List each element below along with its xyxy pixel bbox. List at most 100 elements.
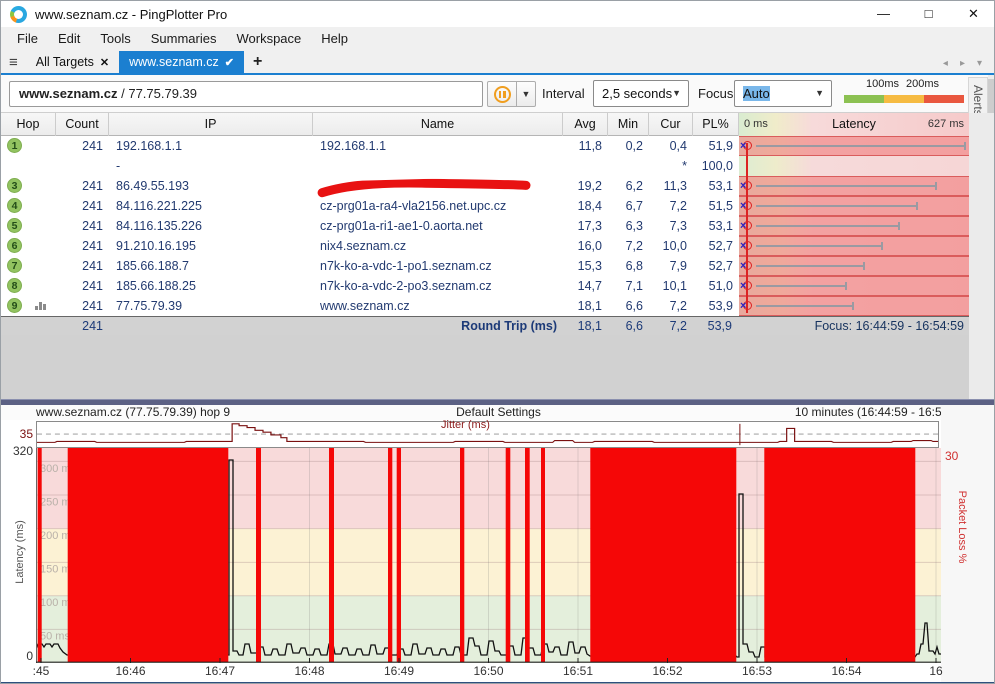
interval-select[interactable]: 2,5 seconds ▼ bbox=[593, 80, 689, 107]
tab-scroll-left-icon[interactable]: ◂ bbox=[943, 58, 948, 69]
tab-scroll-right-icon[interactable]: ▸ bbox=[960, 58, 965, 69]
tab-scroll-controls[interactable]: ◂ ▸ ▾ bbox=[943, 58, 995, 73]
table-row[interactable]: 424184.116.221.225cz-prg01a-ra4-vla2156.… bbox=[1, 196, 969, 216]
cell-min: 0,2 bbox=[608, 136, 643, 156]
footer-label: Round Trip (ms) bbox=[313, 317, 557, 336]
table-row[interactable]: -*100,0 bbox=[1, 156, 969, 176]
time-tick-label: 16:49 bbox=[384, 664, 414, 678]
cell-count: 241 bbox=[56, 256, 103, 276]
cell-min bbox=[608, 156, 643, 176]
hop-number-badge: 1 bbox=[7, 138, 22, 153]
tab-www-seznam-cz[interactable]: www.seznam.cz✔ bbox=[119, 51, 244, 73]
cell-name: cz-prg01a-ri1-ae1-0.aorta.net bbox=[313, 216, 563, 236]
cell-pl: 53,1 bbox=[693, 176, 733, 196]
hop-number-badge: 6 bbox=[7, 238, 22, 253]
cell-ip: 91.210.16.195 bbox=[109, 236, 313, 256]
svg-text:50 ms: 50 ms bbox=[40, 631, 70, 643]
column-header-cur[interactable]: Cur bbox=[649, 113, 693, 136]
cell-count bbox=[56, 156, 103, 176]
cell-avg: 14,7 bbox=[563, 276, 602, 296]
menu-item-file[interactable]: File bbox=[7, 27, 48, 51]
tab-all-targets[interactable]: All Targets✕ bbox=[26, 51, 119, 73]
cell-avg: 19,2 bbox=[563, 176, 602, 196]
column-header-name[interactable]: Name bbox=[313, 113, 563, 136]
table-row[interactable]: 524184.116.135.226cz-prg01a-ri1-ae1-0.ao… bbox=[1, 216, 969, 236]
focus-select[interactable]: Auto ▼ bbox=[734, 80, 832, 107]
latency-mini-graph: × bbox=[739, 196, 969, 216]
table-row[interactable]: 624191.210.16.195nix4.seznam.cz16,07,210… bbox=[1, 236, 969, 256]
time-tick-label: 16:54 bbox=[831, 664, 861, 678]
latency-range-bar bbox=[756, 265, 863, 267]
cell-count: 241 bbox=[56, 296, 103, 316]
cell-min: 7,2 bbox=[608, 236, 643, 256]
cell-ip: 84.116.221.225 bbox=[109, 196, 313, 216]
column-header-hop[interactable]: Hop bbox=[1, 113, 56, 136]
menu-item-help[interactable]: Help bbox=[311, 27, 358, 51]
timeline-header: www.seznam.cz (77.75.79.39) hop 9 Defaul… bbox=[1, 405, 995, 420]
column-header-avg[interactable]: Avg bbox=[563, 113, 608, 136]
latency-mini-graph: × bbox=[739, 136, 969, 156]
cell-pl: 53,9 bbox=[693, 296, 733, 316]
latency-mini-graph: × bbox=[739, 296, 969, 316]
column-header-ip[interactable]: IP bbox=[109, 113, 313, 136]
cell-ip: 84.116.135.226 bbox=[109, 216, 313, 236]
maximize-icon[interactable]: □ bbox=[906, 1, 951, 27]
latency-max-tick bbox=[852, 302, 854, 310]
table-right-gutter bbox=[969, 113, 995, 399]
column-header-pl[interactable]: PL% bbox=[693, 113, 739, 136]
table-row[interactable]: 324186.49.55.19319,26,211,353,1× bbox=[1, 176, 969, 196]
hamburger-icon[interactable]: ≡ bbox=[1, 54, 26, 73]
hop-number-badge: 5 bbox=[7, 218, 22, 233]
menu-item-tools[interactable]: Tools bbox=[90, 27, 140, 51]
menu-item-workspace[interactable]: Workspace bbox=[226, 27, 311, 51]
latency-mini-graph: × bbox=[739, 216, 969, 236]
column-header-latency[interactable]: 0 msLatency627 ms bbox=[739, 113, 969, 136]
footer-avg: 18,1 bbox=[563, 317, 602, 336]
latency-max-tick bbox=[898, 222, 900, 230]
minimize-icon[interactable]: — bbox=[861, 1, 906, 27]
cell-name: nix4.seznam.cz bbox=[313, 236, 563, 256]
latency-axis-max: 320 bbox=[5, 444, 33, 458]
trace-table-rows: 1241192.168.1.1192.168.1.111,80,20,451,9… bbox=[1, 136, 969, 316]
pause-button[interactable] bbox=[487, 81, 517, 107]
latency-max-tick bbox=[964, 142, 966, 150]
chevron-down-icon: ▼ bbox=[672, 81, 681, 106]
cell-avg bbox=[563, 156, 602, 176]
column-header-min[interactable]: Min bbox=[608, 113, 649, 136]
footer-pl: 53,9 bbox=[693, 317, 732, 336]
column-header-count[interactable]: Count bbox=[56, 113, 109, 136]
table-row[interactable]: 8241185.66.188.25n7k-ko-a-vdc-2-po3.sezn… bbox=[1, 276, 969, 296]
cell-name: n7k-ko-a-vdc-2-po3.seznam.cz bbox=[313, 276, 563, 296]
packet-loss-axis-title: Packet Loss % bbox=[956, 482, 968, 572]
add-tab-button[interactable]: + bbox=[244, 53, 271, 73]
target-input[interactable]: www.seznam.cz / 77.75.79.39 bbox=[9, 81, 483, 107]
cell-avg: 18,4 bbox=[563, 196, 602, 216]
latency-max-tick bbox=[935, 182, 937, 190]
table-row[interactable]: 924177.75.79.39www.seznam.cz18,16,67,253… bbox=[1, 296, 969, 316]
pause-dropdown-button[interactable]: ▼ bbox=[517, 81, 536, 107]
cell-ip: 77.75.79.39 bbox=[109, 296, 313, 316]
cell-min: 6,6 bbox=[608, 296, 643, 316]
latency-scale-max: 627 ms bbox=[928, 113, 964, 136]
latency-timeline-chart[interactable]: 300 ms250 ms200 ms150 ms100 ms50 ms bbox=[36, 448, 941, 663]
menu-item-edit[interactable]: Edit bbox=[48, 27, 90, 51]
time-tick-label: 16 bbox=[929, 664, 942, 678]
cell-min: 6,3 bbox=[608, 216, 643, 236]
cell-name: 192.168.1.1 bbox=[313, 136, 563, 156]
target-ip: / 77.75.79.39 bbox=[118, 86, 198, 101]
tab-list-icon[interactable]: ▾ bbox=[977, 58, 982, 69]
pause-icon bbox=[494, 86, 511, 103]
cell-avg: 16,0 bbox=[563, 236, 602, 256]
time-tick-label: 16:53 bbox=[742, 664, 772, 678]
window-title: www.seznam.cz - PingPlotter Pro bbox=[35, 7, 227, 22]
tab-close-icon[interactable]: ✕ bbox=[100, 56, 109, 69]
timeline-settings-label[interactable]: Default Settings bbox=[456, 405, 541, 420]
tab-check-icon[interactable]: ✔ bbox=[225, 56, 234, 69]
cell-count: 241 bbox=[56, 176, 103, 196]
close-icon[interactable]: ✕ bbox=[951, 1, 995, 27]
cell-cur: 0,4 bbox=[649, 136, 687, 156]
table-row[interactable]: 7241185.66.188.7n7k-ko-a-vdc-1-po1.sezna… bbox=[1, 256, 969, 276]
menu-item-summaries[interactable]: Summaries bbox=[141, 27, 227, 51]
table-row[interactable]: 1241192.168.1.1192.168.1.111,80,20,451,9… bbox=[1, 136, 969, 156]
latency-max-tick bbox=[881, 242, 883, 250]
